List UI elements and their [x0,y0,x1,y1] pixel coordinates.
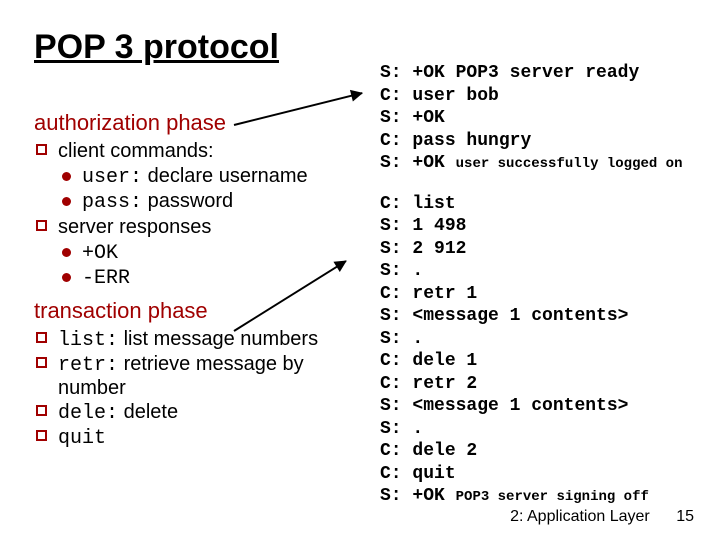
line: C: quit [380,463,720,486]
auth-item-server: server responses +OK -ERR [34,216,364,290]
line: S: . [380,328,720,351]
left-column: authorization phase client commands: use… [34,108,364,458]
line: C: list [380,193,720,216]
auth-sub-err: -ERR [58,266,364,290]
code: +OK [82,242,118,265]
footer: 2: Application Layer 15 [510,508,694,526]
auth-sub-ok: +OK [58,241,364,265]
line: S: <message 1 contents> [380,305,720,328]
code: -ERR [82,267,130,290]
line: S: +OK [380,107,720,130]
trans-item-quit: quit [34,426,364,450]
trans-list: list: list message numbers retr: retriev… [34,328,364,450]
slide: POP 3 protocol authorization phase clien… [0,0,720,540]
trans-item-retr: retr: retrieve message by number [34,353,364,400]
line: S: <message 1 contents> [380,395,720,418]
line: S: +OK POP3 server signing off [380,485,720,508]
auth-server-sublist: +OK -ERR [58,241,364,290]
line: S: +OK POP3 server ready [380,62,720,85]
slide-title: POP 3 protocol [34,28,279,67]
auth-item-client: client commands: user: declare username … [34,140,364,214]
code: dele: [58,402,118,425]
line: C: dele 1 [380,350,720,373]
code: user: [82,166,142,189]
line: C: pass hungry [380,130,720,153]
text: password [142,190,233,212]
gap [380,175,720,193]
line: C: user bob [380,85,720,108]
auth-sub-user: user: declare username [58,165,364,189]
auth-list: client commands: user: declare username … [34,140,364,290]
code: quit [58,427,106,450]
trans-item-dele: dele: delete [34,401,364,425]
footer-chapter: 2: Application Layer [510,508,650,525]
auth-client-sublist: user: declare username pass: password [58,165,364,214]
line: S: . [380,418,720,441]
trans-item-list: list: list message numbers [34,328,364,352]
line: S: +OK user successfully logged on [380,152,720,175]
line: C: retr 2 [380,373,720,396]
line: S: 2 912 [380,238,720,261]
code: pass: [82,191,142,214]
text: declare username [142,165,308,187]
session-transcript: S: +OK POP3 server ready C: user bob S: … [380,62,720,508]
code: list: [58,329,118,352]
trans-heading: transaction phase [34,298,364,324]
text: list message numbers [118,328,318,350]
auth-heading: authorization phase [34,110,364,136]
line: C: retr 1 [380,283,720,306]
auth-item-server-text: server responses [58,216,211,238]
footer-page: 15 [676,508,694,526]
text: delete [118,401,178,423]
line: S: 1 498 [380,215,720,238]
code: retr: [58,354,118,377]
auth-sub-pass: pass: password [58,190,364,214]
auth-item-client-text: client commands: [58,140,214,162]
line: S: . [380,260,720,283]
line: C: dele 2 [380,440,720,463]
